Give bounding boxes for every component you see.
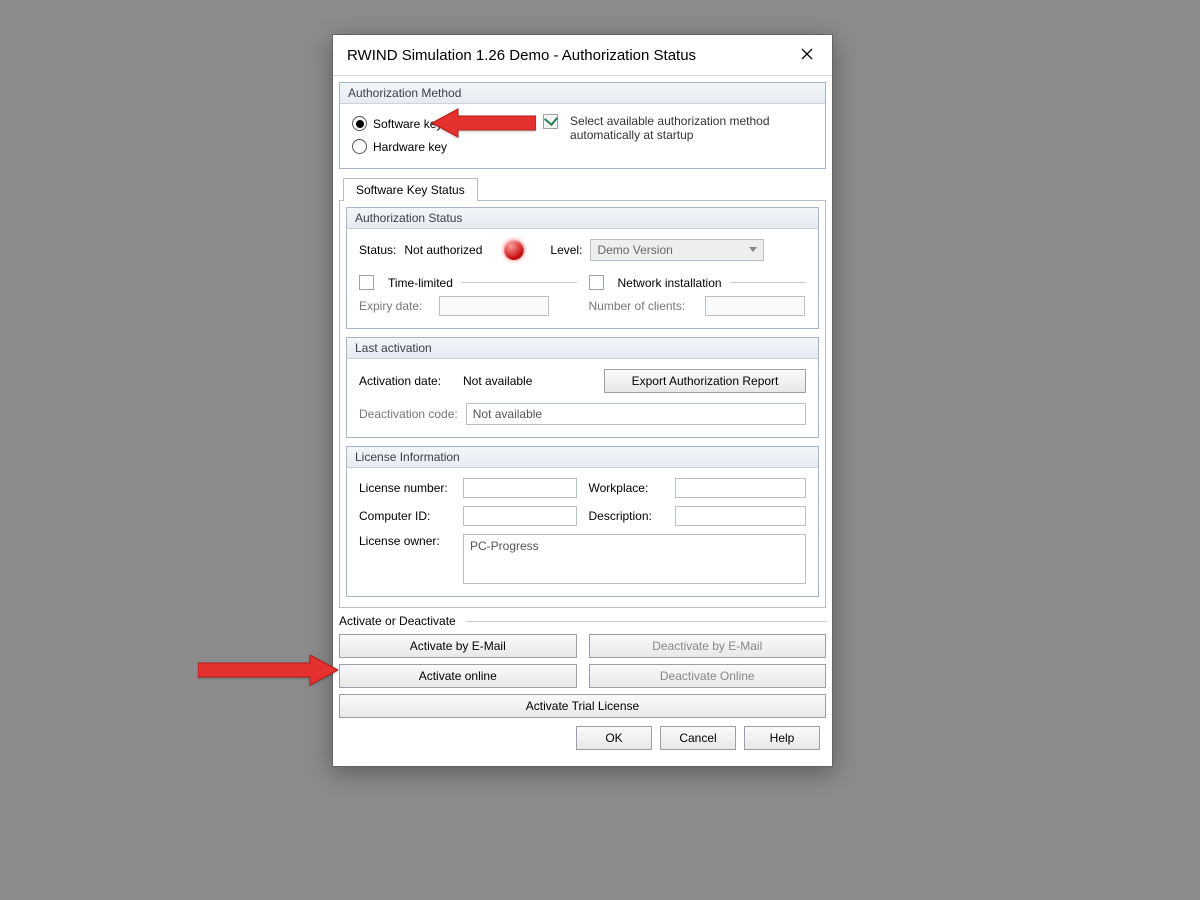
status-label: Status: (359, 243, 396, 257)
checkbox-icon (543, 114, 558, 129)
tab-software-key-status[interactable]: Software Key Status (343, 178, 478, 201)
authorization-method-group: Authorization Method Software key Hardwa… (339, 82, 826, 169)
authorization-status-group: Authorization Status Status: Not authori… (346, 207, 819, 329)
checkbox-label: Select available authorization method au… (570, 114, 790, 142)
radio-icon (352, 139, 367, 154)
close-icon (801, 47, 813, 64)
auto-method-checkbox[interactable]: Select available authorization method au… (543, 114, 790, 142)
group-heading: Last activation (347, 338, 818, 359)
deactivation-code-field: Not available (466, 403, 806, 425)
activate-trial-button[interactable]: Activate Trial License (339, 694, 826, 718)
deactivate-email-button: Deactivate by E-Mail (589, 634, 827, 658)
divider (730, 282, 806, 283)
radio-software-key[interactable]: Software key (352, 116, 447, 131)
group-heading: Authorization Method (340, 83, 825, 104)
clients-label: Number of clients: (589, 299, 697, 313)
status-value: Not authorized (404, 243, 482, 257)
expiry-field (439, 296, 549, 316)
status-red-icon (504, 240, 524, 260)
radio-label: Hardware key (373, 140, 447, 154)
activate-deactivate-heading: Activate or Deactivate (339, 614, 826, 628)
annotation-arrow-icon (198, 652, 338, 691)
time-limited-checkbox[interactable] (359, 275, 374, 290)
close-button[interactable] (792, 43, 822, 67)
radio-label: Software key (373, 117, 442, 131)
last-activation-group: Last activation Activation date: Not ava… (346, 337, 819, 438)
tab-bar: Software Key Status (339, 177, 826, 200)
activation-date-label: Activation date: (359, 374, 455, 388)
license-number-label: License number: (359, 481, 455, 495)
computer-id-label: Computer ID: (359, 509, 455, 523)
export-report-button[interactable]: Export Authorization Report (604, 369, 806, 393)
workplace-label: Workplace: (589, 481, 667, 495)
license-owner-field (463, 534, 806, 584)
authorization-dialog: RWIND Simulation 1.26 Demo - Authorizati… (332, 34, 833, 767)
title-bar: RWIND Simulation 1.26 Demo - Authorizati… (333, 35, 832, 76)
license-info-group: License Information License number: Work… (346, 446, 819, 597)
section-label: Activate or Deactivate (339, 614, 456, 628)
deactivate-online-button: Deactivate Online (589, 664, 827, 688)
level-select[interactable]: Demo Version (590, 239, 764, 261)
radio-icon (352, 116, 367, 131)
group-heading: License Information (347, 447, 818, 468)
chevron-down-icon (749, 247, 757, 252)
deactivation-code-label: Deactivation code: (359, 407, 458, 421)
divider (461, 282, 577, 283)
license-number-field[interactable] (463, 478, 577, 498)
license-owner-label: License owner: (359, 534, 455, 548)
expiry-label: Expiry date: (359, 299, 431, 313)
ok-button[interactable]: OK (576, 726, 652, 750)
level-label: Level: (550, 243, 582, 257)
activate-online-button[interactable]: Activate online (339, 664, 577, 688)
clients-field (705, 296, 805, 316)
tab-content: Authorization Status Status: Not authori… (339, 200, 826, 608)
time-limited-label: Time-limited (388, 276, 453, 290)
activate-email-button[interactable]: Activate by E-Mail (339, 634, 577, 658)
computer-id-field[interactable] (463, 506, 577, 526)
group-heading: Authorization Status (347, 208, 818, 229)
network-checkbox[interactable] (589, 275, 604, 290)
help-button[interactable]: Help (744, 726, 820, 750)
level-value: Demo Version (597, 243, 672, 257)
workplace-field[interactable] (675, 478, 807, 498)
action-buttons: Activate by E-Mail Deactivate by E-Mail … (339, 634, 826, 718)
network-label: Network installation (618, 276, 722, 290)
radio-hardware-key[interactable]: Hardware key (352, 139, 447, 154)
cancel-button[interactable]: Cancel (660, 726, 736, 750)
divider (466, 621, 826, 622)
dialog-footer: OK Cancel Help (339, 718, 826, 756)
description-label: Description: (589, 509, 667, 523)
description-field[interactable] (675, 506, 807, 526)
activation-date-value: Not available (463, 374, 532, 388)
window-title: RWIND Simulation 1.26 Demo - Authorizati… (347, 47, 696, 64)
